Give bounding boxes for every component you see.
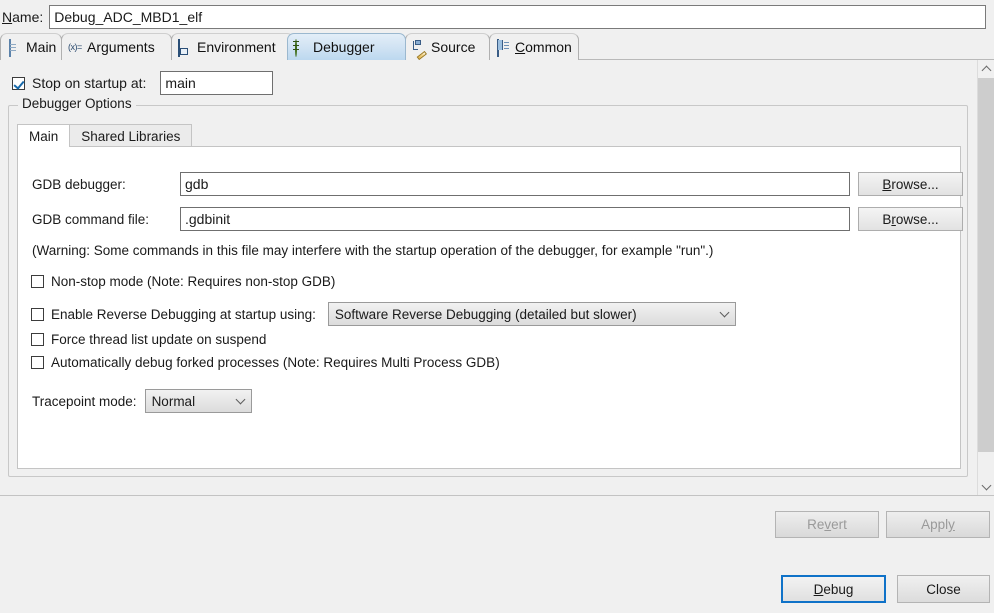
tab-common-label: Common xyxy=(515,39,572,55)
tab-arguments[interactable]: (x)= Arguments xyxy=(61,33,172,60)
document-icon xyxy=(7,40,22,55)
tab-environment[interactable]: Environment xyxy=(171,33,294,60)
tracepoint-mode-label: Tracepoint mode: xyxy=(32,394,137,409)
stop-on-startup-input[interactable] xyxy=(160,71,273,95)
tracepoint-mode-value: Normal xyxy=(152,394,231,409)
chevron-down-icon xyxy=(715,309,735,319)
debugger-options-group: Debugger Options Main Shared Libraries G… xyxy=(8,105,968,477)
name-label: Name: xyxy=(2,9,43,25)
chevron-down-icon xyxy=(982,480,992,490)
debugger-tab-content: Stop on startup at: Debugger Options Mai… xyxy=(0,60,994,495)
force-thread-update-checkbox[interactable] xyxy=(31,333,44,346)
inner-tab-main-label: Main xyxy=(29,129,58,144)
common-icon xyxy=(496,40,511,55)
bug-icon xyxy=(294,40,309,55)
revert-button[interactable]: Revert xyxy=(775,511,879,538)
tab-main-label: Main xyxy=(26,39,56,55)
debug-configuration-dialog: Name: Main (x)= Arguments Environment De… xyxy=(0,0,994,613)
debugger-options-title: Debugger Options xyxy=(18,96,136,111)
reverse-debugging-row: Enable Reverse Debugging at startup usin… xyxy=(31,302,736,326)
chevron-up-icon xyxy=(982,65,992,75)
auto-debug-forked-label: Automatically debug forked processes (No… xyxy=(51,355,500,370)
tracepoint-mode-row: Tracepoint mode: Normal xyxy=(32,389,252,413)
non-stop-mode-checkbox[interactable] xyxy=(31,275,44,288)
scroll-down-button[interactable] xyxy=(978,478,994,495)
dialog-footer: Revert Apply Debug Close xyxy=(0,496,994,613)
inner-tab-shared-libraries-label: Shared Libraries xyxy=(81,129,180,144)
debugger-options-tab-strip: Main Shared Libraries xyxy=(17,123,191,147)
tab-debugger-label: Debugger xyxy=(313,39,375,55)
debug-button[interactable]: Debug xyxy=(781,575,886,603)
auto-debug-forked-checkbox[interactable] xyxy=(31,356,44,369)
environment-icon xyxy=(178,40,193,55)
reverse-debugging-combo[interactable]: Software Reverse Debugging (detailed but… xyxy=(328,302,736,326)
gdb-command-file-input[interactable] xyxy=(180,207,850,231)
stop-on-startup-row: Stop on startup at: xyxy=(12,71,273,95)
tracepoint-mode-combo[interactable]: Normal xyxy=(145,389,252,413)
stop-on-startup-label: Stop on startup at: xyxy=(32,75,146,91)
force-thread-update-label: Force thread list update on suspend xyxy=(51,332,266,347)
tab-source[interactable]: Source xyxy=(405,33,490,60)
gdb-debugger-input[interactable] xyxy=(180,172,850,196)
tab-environment-label: Environment xyxy=(197,39,276,55)
stop-on-startup-checkbox[interactable] xyxy=(12,77,25,90)
chevron-down-icon xyxy=(231,396,251,406)
gdb-debugger-label: GDB debugger: xyxy=(32,177,180,192)
tab-common[interactable]: Common xyxy=(489,33,579,60)
reverse-debugging-checkbox[interactable] xyxy=(31,308,44,321)
gdb-command-file-label: GDB command file: xyxy=(32,212,180,227)
tab-debugger[interactable]: Debugger xyxy=(287,33,406,60)
inner-tab-main[interactable]: Main xyxy=(17,124,70,147)
tab-source-label: Source xyxy=(431,39,475,55)
gdb-command-file-row: GDB command file: Browse... xyxy=(32,207,963,231)
reverse-debugging-combo-value: Software Reverse Debugging (detailed but… xyxy=(335,307,715,322)
non-stop-mode-label: Non-stop mode (Note: Requires non-stop G… xyxy=(51,274,335,289)
gdb-debugger-row: GDB debugger: Browse... xyxy=(32,172,963,196)
arguments-icon: (x)= xyxy=(68,40,83,55)
tab-main[interactable]: Main xyxy=(0,33,62,60)
force-thread-update-row: Force thread list update on suspend xyxy=(31,332,266,347)
tab-arguments-label: Arguments xyxy=(87,39,155,55)
source-pencil-icon xyxy=(412,40,427,55)
apply-button[interactable]: Apply xyxy=(886,511,990,538)
scroll-up-button[interactable] xyxy=(978,60,994,77)
gdb-command-file-browse-button[interactable]: Browse... xyxy=(858,207,963,231)
debugger-main-panel: GDB debugger: Browse... GDB command file… xyxy=(17,146,961,469)
content-scrollbar[interactable] xyxy=(977,60,994,495)
non-stop-mode-row: Non-stop mode (Note: Requires non-stop G… xyxy=(31,274,335,289)
gdb-debugger-browse-button[interactable]: Browse... xyxy=(858,172,963,196)
gdb-command-file-warning: (Warning: Some commands in this file may… xyxy=(32,243,713,258)
scrollbar-thumb[interactable] xyxy=(978,78,994,452)
inner-tab-shared-libraries[interactable]: Shared Libraries xyxy=(69,124,192,147)
configuration-tab-bar: Main (x)= Arguments Environment Debugger… xyxy=(0,33,994,60)
auto-debug-forked-row: Automatically debug forked processes (No… xyxy=(31,355,500,370)
name-row: Name: xyxy=(0,0,994,33)
configuration-name-input[interactable] xyxy=(49,5,986,29)
reverse-debugging-label: Enable Reverse Debugging at startup usin… xyxy=(51,307,316,322)
close-button[interactable]: Close xyxy=(897,575,990,603)
